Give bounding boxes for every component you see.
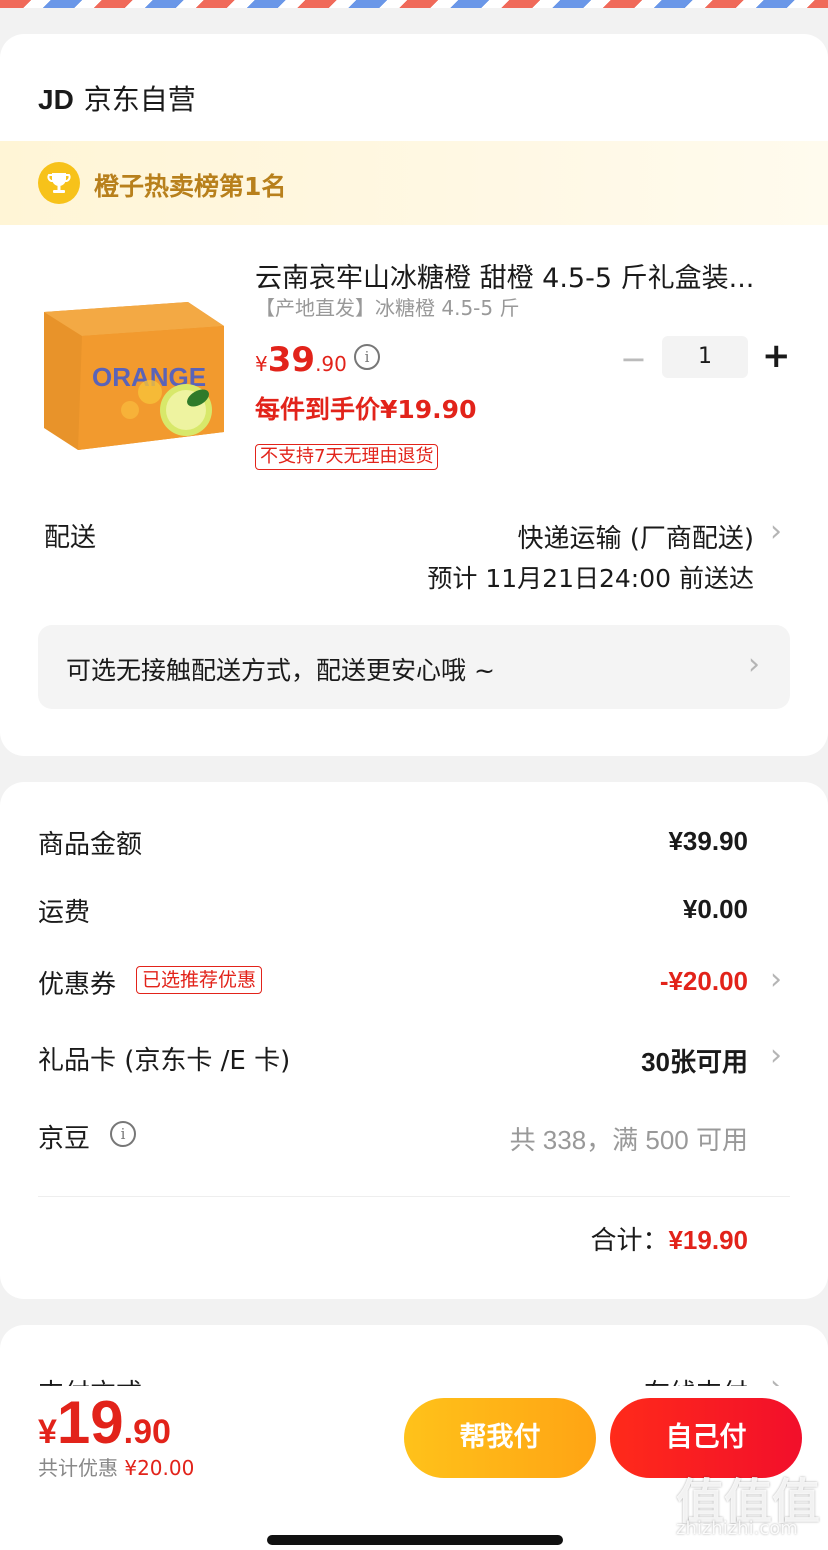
total-label: 合计： [590, 1226, 669, 1256]
total-discount: 共计优惠 ¥20.00 [38, 1456, 195, 1480]
product-price: ¥39.90 [255, 340, 347, 380]
delivery-method[interactable]: 快递运输 (厂商配送) [517, 518, 754, 555]
gift-card-chevron-icon[interactable]: › [770, 1038, 782, 1073]
summary-divider [38, 1196, 790, 1197]
store-name: 京东自营 [83, 83, 196, 116]
rank-text: 橙子热卖榜第1名 [94, 172, 287, 201]
coupon-value[interactable]: -¥20.00 [660, 966, 748, 997]
home-indicator[interactable] [267, 1535, 563, 1545]
shipping-label: 运费 [38, 898, 91, 928]
jd-logo: JD [38, 84, 74, 115]
no-return-badge: 不支持7天无理由退货 [255, 444, 439, 470]
rank-banner[interactable]: 橙子热卖榜第1名 [0, 141, 828, 225]
delivery-chevron-icon[interactable]: › [770, 514, 782, 549]
goods-amount-label: 商品金额 [38, 830, 143, 860]
product-spec[interactable]: 【产地直发】冰糖橙 4.5-5 斤 [255, 292, 519, 321]
no-contact-text: 可选无接触配送方式，配送更安心哦 ~ [66, 656, 495, 685]
coupon-chevron-icon[interactable]: › [770, 962, 782, 997]
shipping-value: ¥0.00 [682, 894, 748, 924]
watermark-url: zhizhizhi.com [676, 1518, 798, 1539]
price-info-icon[interactable]: i [354, 344, 380, 370]
fee-summary-card: 商品金额 ¥39.90 运费 ¥0.00 优惠券 已选推荐优惠 -¥20.00 … [0, 782, 828, 1299]
quantity-increase-button[interactable]: + [762, 336, 791, 376]
coupon-recommended-tag: 已选推荐优惠 [136, 966, 263, 994]
no-contact-delivery-option[interactable]: 可选无接触配送方式，配送更安心哦 ~ › [38, 625, 790, 709]
help-me-pay-button[interactable]: 帮我付 [404, 1398, 596, 1478]
order-total: 合计：¥19.90 [590, 1220, 748, 1257]
airmail-border [0, 0, 828, 8]
checkout-total-price: ¥19.90 [38, 1389, 171, 1456]
delivery-eta: 预计 11月21日24:00 前送达 [427, 564, 754, 593]
store-header[interactable]: JD 京东自营 [38, 78, 196, 118]
total-value: ¥19.90 [668, 1225, 748, 1255]
goods-amount-value: ¥39.90 [668, 826, 748, 856]
trophy-icon [38, 162, 80, 204]
quantity-input[interactable]: 1 [662, 336, 748, 378]
jd-beans-info-icon[interactable]: i [110, 1121, 136, 1147]
coupon-label: 优惠券 [38, 970, 117, 1000]
gift-card-label: 礼品卡 (京东卡 /E 卡) [38, 1046, 291, 1076]
no-contact-chevron-icon: › [748, 647, 760, 682]
product-title[interactable]: 云南哀牢山冰糖橙 甜橙 4.5-5 斤礼盒装... [255, 256, 754, 295]
gift-card-value[interactable]: 30张可用 [641, 1042, 748, 1079]
delivery-label: 配送 [44, 523, 97, 553]
product-image[interactable]: ORANGE [38, 282, 230, 472]
unit-final-price: 每件到手价¥19.90 [255, 395, 477, 424]
order-item-card: JD 京东自营 橙子热卖榜第1名 ORANGE 云南哀牢山冰糖橙 甜橙 4.5-… [0, 34, 828, 756]
jd-beans-value: 共 338，满 500 可用 [509, 1125, 748, 1155]
quantity-decrease-button[interactable]: − [620, 340, 647, 378]
jd-beans-label: 京豆 [38, 1124, 91, 1154]
